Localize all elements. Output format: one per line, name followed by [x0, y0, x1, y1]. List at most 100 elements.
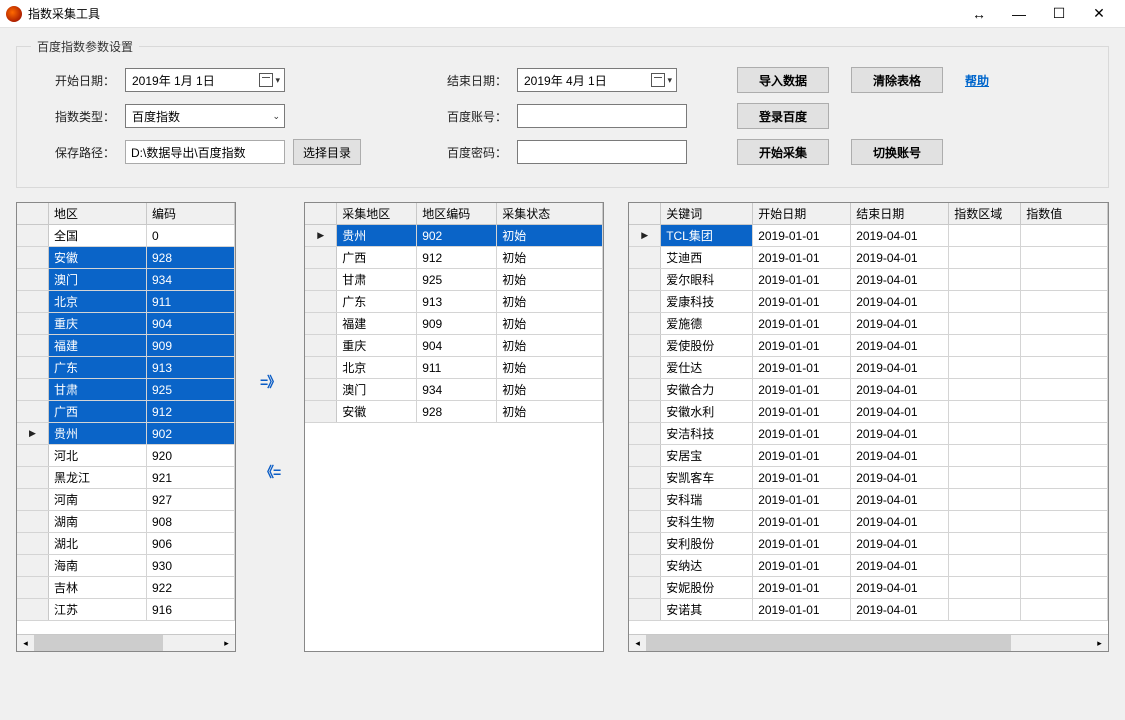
- login-baidu-button[interactable]: 登录百度: [737, 103, 829, 129]
- table-row[interactable]: 广东913: [17, 357, 235, 379]
- table-row[interactable]: 安妮股份2019-01-012019-04-01: [629, 577, 1108, 599]
- table-row[interactable]: 贵州902初始: [305, 225, 603, 247]
- table-row[interactable]: 爱尔眼科2019-01-012019-04-01: [629, 269, 1108, 291]
- col-keyword[interactable]: 关键词: [661, 203, 753, 224]
- table-row[interactable]: 吉林922: [17, 577, 235, 599]
- table-row[interactable]: 北京911初始: [305, 357, 603, 379]
- row-header: [17, 401, 49, 422]
- maximize-button[interactable]: ☐: [1039, 0, 1079, 28]
- table-row[interactable]: 安洁科技2019-01-012019-04-01: [629, 423, 1108, 445]
- row-header: [17, 489, 49, 510]
- row-header: [305, 401, 337, 422]
- choose-dir-button[interactable]: 选择目录: [293, 139, 361, 165]
- index-type-select[interactable]: 百度指数 ⌄: [125, 104, 285, 128]
- table-row[interactable]: 广西912: [17, 401, 235, 423]
- table-row[interactable]: 北京911: [17, 291, 235, 313]
- col-code[interactable]: 编码: [147, 203, 235, 224]
- row-header: [305, 335, 337, 356]
- col-collect-status[interactable]: 采集状态: [497, 203, 603, 224]
- table-row[interactable]: 安科生物2019-01-012019-04-01: [629, 511, 1108, 533]
- table-row[interactable]: 湖北906: [17, 533, 235, 555]
- baidu-account-input[interactable]: [517, 104, 687, 128]
- col-end[interactable]: 结束日期: [851, 203, 949, 224]
- table-row[interactable]: 福建909: [17, 335, 235, 357]
- table-row[interactable]: 重庆904: [17, 313, 235, 335]
- table-row[interactable]: 爱使股份2019-01-012019-04-01: [629, 335, 1108, 357]
- row-header-corner: [17, 203, 49, 224]
- table-row[interactable]: 安徽水利2019-01-012019-04-01: [629, 401, 1108, 423]
- table-row[interactable]: 重庆904初始: [305, 335, 603, 357]
- table-row[interactable]: TCL集团2019-01-012019-04-01: [629, 225, 1108, 247]
- minimize-button[interactable]: —: [999, 0, 1039, 28]
- table-row[interactable]: 安徽928: [17, 247, 235, 269]
- table-row[interactable]: 全国0: [17, 225, 235, 247]
- table-row[interactable]: 甘肃925初始: [305, 269, 603, 291]
- table-row[interactable]: 艾迪西2019-01-012019-04-01: [629, 247, 1108, 269]
- table-row[interactable]: 安纳达2019-01-012019-04-01: [629, 555, 1108, 577]
- h-scrollbar[interactable]: ◂▸: [17, 634, 235, 651]
- table-row[interactable]: 爱施德2019-01-012019-04-01: [629, 313, 1108, 335]
- table-row[interactable]: 河北920: [17, 445, 235, 467]
- region-grid[interactable]: 地区 编码 全国0安徽928澳门934北京911重庆904福建909广东913甘…: [16, 202, 236, 652]
- table-row[interactable]: 湖南908: [17, 511, 235, 533]
- table-row[interactable]: 广东913初始: [305, 291, 603, 313]
- import-data-button[interactable]: 导入数据: [737, 67, 829, 93]
- col-start[interactable]: 开始日期: [753, 203, 851, 224]
- chevron-down-icon: ⌄: [272, 111, 280, 122]
- row-header: [629, 247, 661, 268]
- table-row[interactable]: 福建909初始: [305, 313, 603, 335]
- row-header: [629, 225, 661, 246]
- col-collect-region[interactable]: 采集地区: [337, 203, 417, 224]
- row-header: [305, 269, 337, 290]
- table-row[interactable]: 安利股份2019-01-012019-04-01: [629, 533, 1108, 555]
- col-collect-code[interactable]: 地区编码: [417, 203, 497, 224]
- end-date-picker[interactable]: 2019年 4月 1日 ▾: [517, 68, 677, 92]
- col-area[interactable]: 指数区域: [949, 203, 1021, 224]
- collect-grid[interactable]: 采集地区 地区编码 采集状态 贵州902初始广西912初始甘肃925初始广东91…: [304, 202, 604, 652]
- row-header: [629, 511, 661, 532]
- row-header: [305, 357, 337, 378]
- row-header: [17, 423, 49, 444]
- table-row[interactable]: 安徽928初始: [305, 401, 603, 423]
- row-header: [629, 467, 661, 488]
- row-header: [17, 577, 49, 598]
- resize-icon: ↔: [959, 6, 999, 22]
- save-path-field[interactable]: D:\数据导出\百度指数: [125, 140, 285, 164]
- table-row[interactable]: 广西912初始: [305, 247, 603, 269]
- start-date-picker[interactable]: 2019年 1月 1日 ▾: [125, 68, 285, 92]
- col-value[interactable]: 指数值: [1021, 203, 1108, 224]
- table-row[interactable]: 贵州902: [17, 423, 235, 445]
- table-row[interactable]: 澳门934初始: [305, 379, 603, 401]
- table-row[interactable]: 安凯客车2019-01-012019-04-01: [629, 467, 1108, 489]
- table-row[interactable]: 黑龙江921: [17, 467, 235, 489]
- row-header: [629, 577, 661, 598]
- switch-account-button[interactable]: 切换账号: [851, 139, 943, 165]
- help-link[interactable]: 帮助: [965, 72, 989, 89]
- row-header: [17, 269, 49, 290]
- table-row[interactable]: 江苏916: [17, 599, 235, 621]
- window-title: 指数采集工具: [28, 5, 100, 22]
- table-row[interactable]: 海南930: [17, 555, 235, 577]
- table-row[interactable]: 安徽合力2019-01-012019-04-01: [629, 379, 1108, 401]
- start-date-label: 开始日期：: [35, 72, 125, 89]
- table-row[interactable]: 爱康科技2019-01-012019-04-01: [629, 291, 1108, 313]
- baidu-password-input[interactable]: [517, 140, 687, 164]
- col-region[interactable]: 地区: [49, 203, 147, 224]
- table-row[interactable]: 安居宝2019-01-012019-04-01: [629, 445, 1108, 467]
- row-header: [17, 467, 49, 488]
- start-collect-button[interactable]: 开始采集: [737, 139, 829, 165]
- move-left-button[interactable]: 《=: [260, 462, 280, 482]
- table-row[interactable]: 安科瑞2019-01-012019-04-01: [629, 489, 1108, 511]
- move-right-button[interactable]: =》: [260, 372, 280, 392]
- clear-table-button[interactable]: 清除表格: [851, 67, 943, 93]
- h-scrollbar[interactable]: ◂▸: [629, 634, 1108, 651]
- table-row[interactable]: 爱仕达2019-01-012019-04-01: [629, 357, 1108, 379]
- table-row[interactable]: 安诺其2019-01-012019-04-01: [629, 599, 1108, 621]
- row-header: [17, 533, 49, 554]
- table-row[interactable]: 甘肃925: [17, 379, 235, 401]
- table-row[interactable]: 河南927: [17, 489, 235, 511]
- keyword-grid[interactable]: 关键词 开始日期 结束日期 指数区域 指数值 TCL集团2019-01-0120…: [628, 202, 1109, 652]
- table-row[interactable]: 澳门934: [17, 269, 235, 291]
- close-button[interactable]: ✕: [1079, 0, 1119, 28]
- params-fieldset: 百度指数参数设置 开始日期： 2019年 1月 1日 ▾ 结束日期： 2019年…: [16, 46, 1109, 188]
